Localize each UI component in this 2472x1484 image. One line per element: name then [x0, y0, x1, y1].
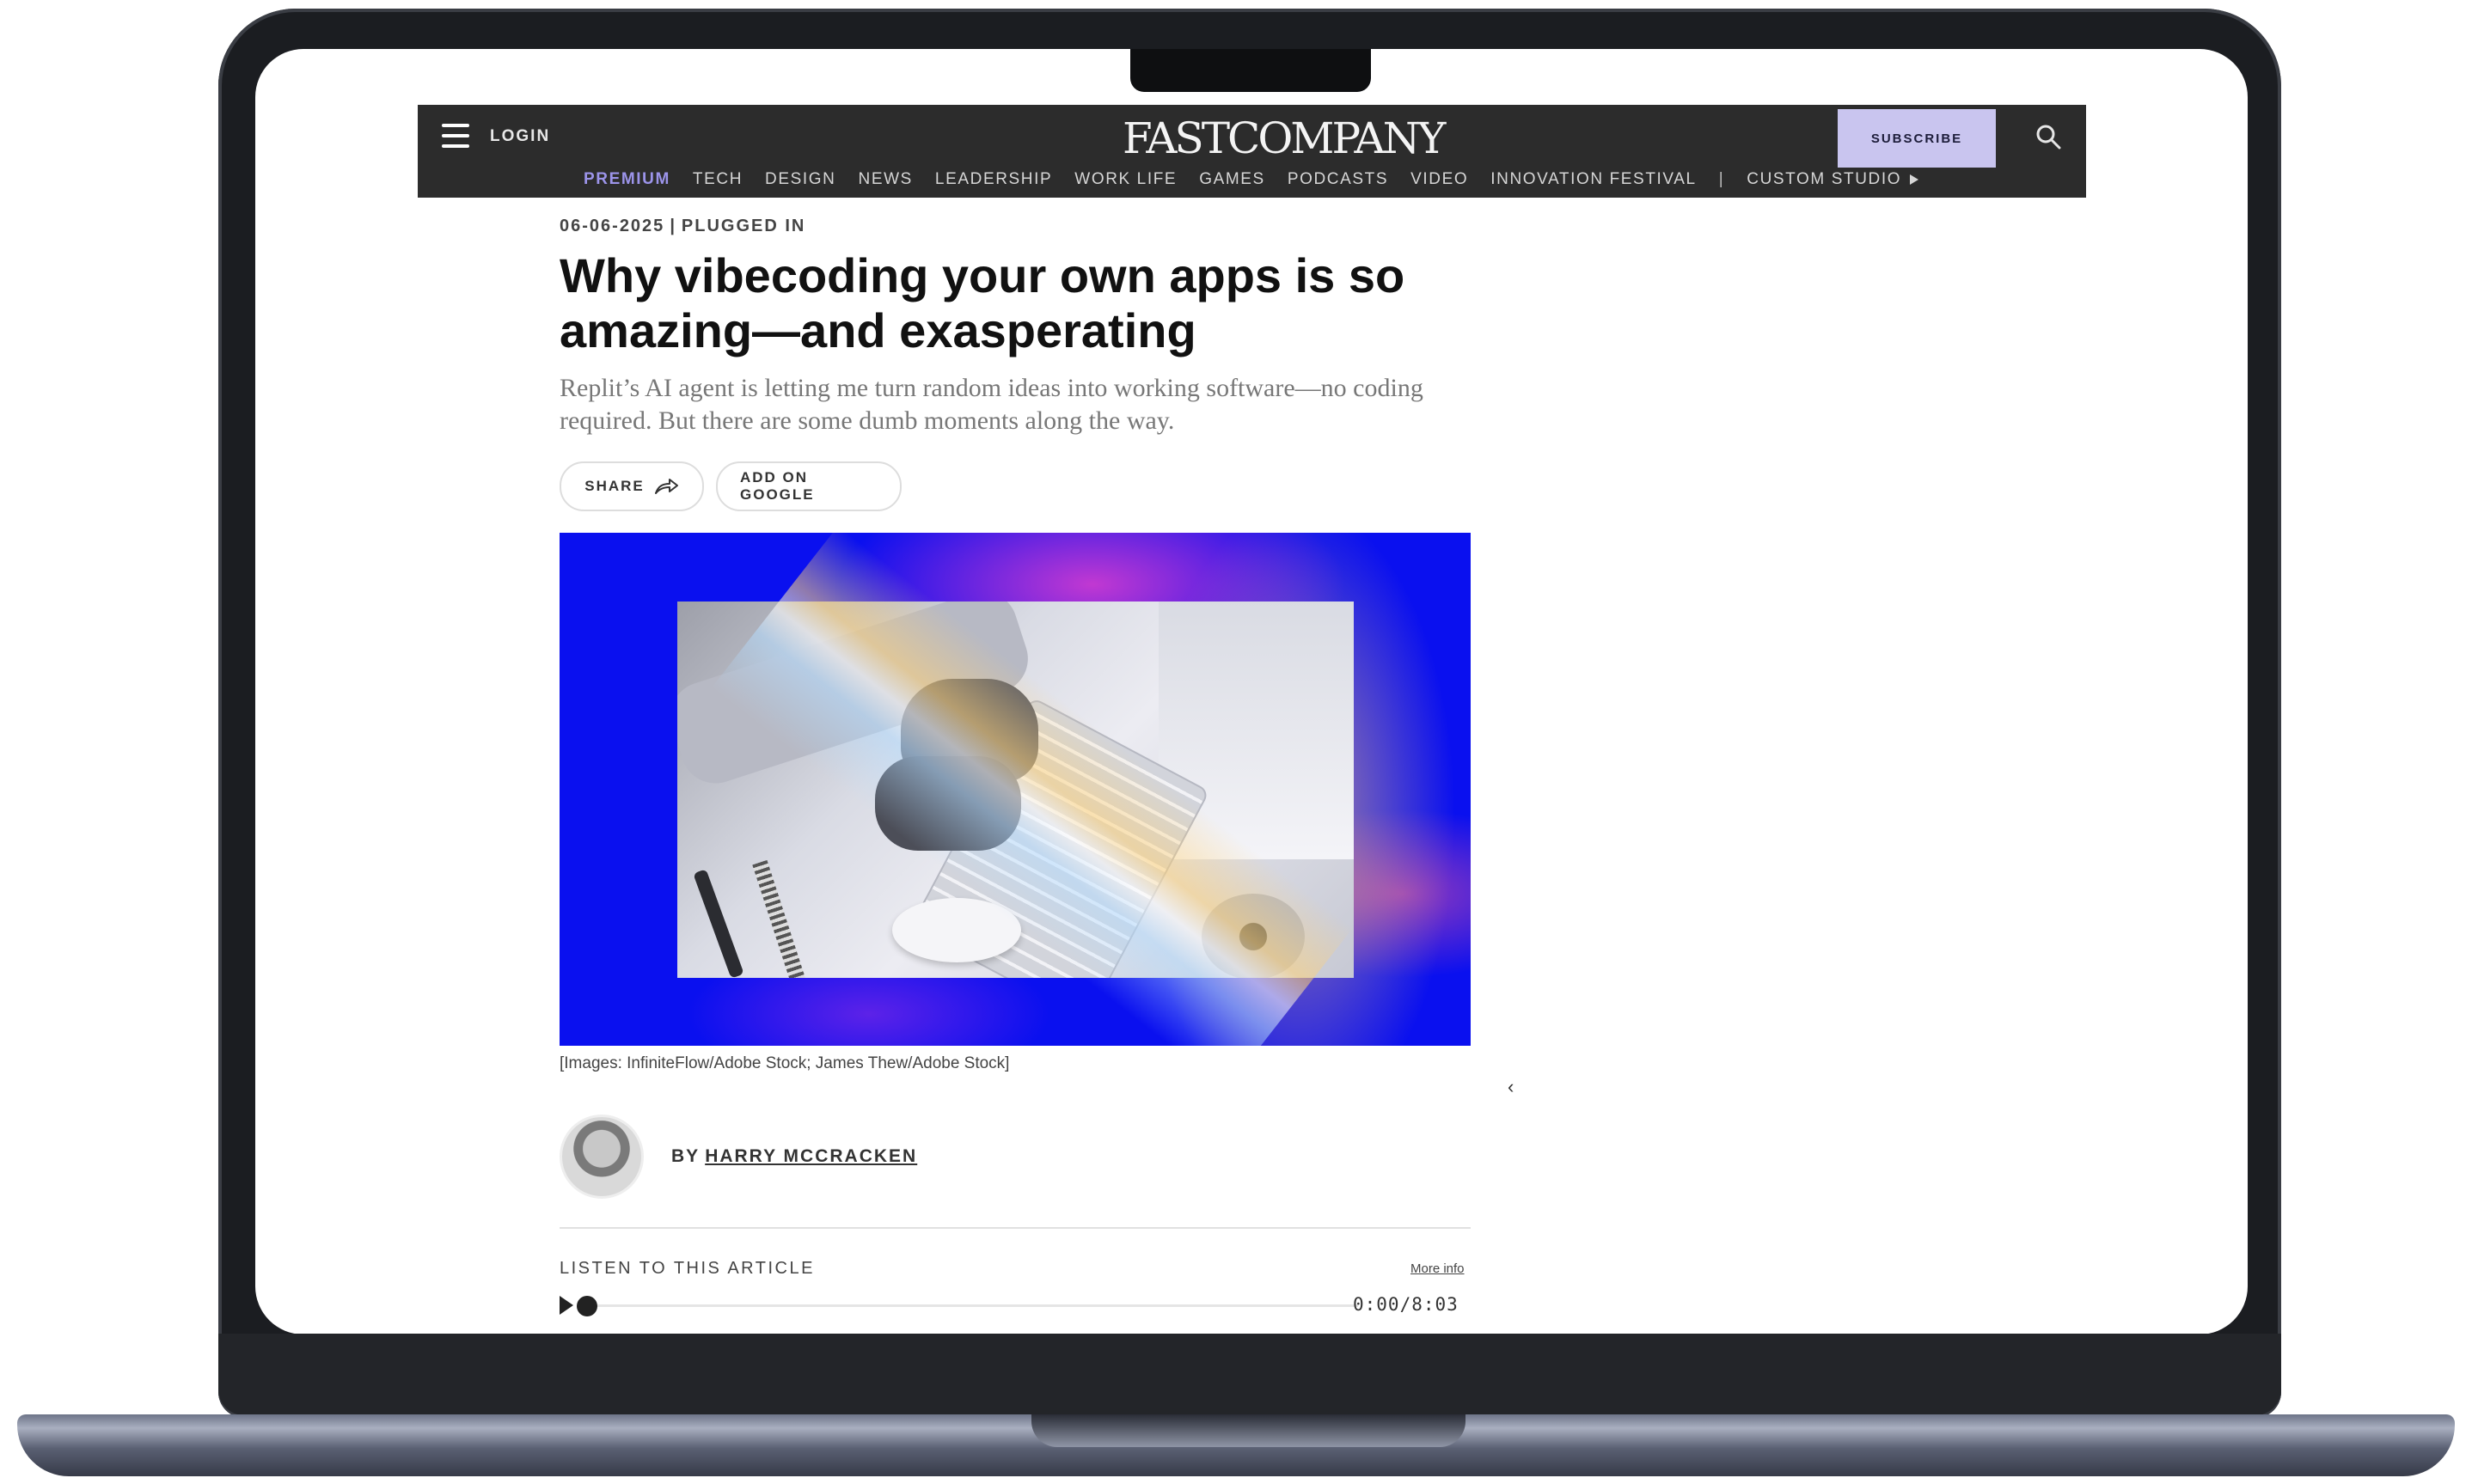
custom-studio-label: CUSTOM STUDIO [1747, 170, 1902, 188]
publish-date: 06-06-2025 [560, 217, 665, 235]
nav-item-design[interactable]: DESIGN [765, 170, 835, 189]
nav-item-work-life[interactable]: WORK LIFE [1074, 170, 1177, 189]
byline-prefix: BY [671, 1146, 701, 1166]
share-arrow-icon [654, 479, 678, 494]
nav-item-news[interactable]: NEWS [859, 170, 913, 189]
hero-image [560, 533, 1471, 1046]
byline-text: BY HARRY MCCRACKEN [671, 1146, 917, 1167]
subscribe-button[interactable]: SUBSCRIBE [1838, 109, 1996, 168]
image-caption: [Images: InfiniteFlow/Adobe Stock; James… [560, 1054, 1010, 1072]
audio-player: 0:00/8:03 [560, 1291, 1471, 1321]
search-icon[interactable] [2035, 124, 2061, 150]
audio-scrubber-handle[interactable] [577, 1296, 597, 1316]
dateline-separator: | [670, 217, 676, 235]
share-button[interactable]: SHARE [560, 461, 704, 511]
audio-progress-track[interactable] [580, 1304, 1358, 1307]
nav-item-premium[interactable]: PREMIUM [584, 170, 670, 189]
author-avatar[interactable] [560, 1115, 644, 1199]
camera-notch [1130, 49, 1371, 92]
hamburger-menu-icon[interactable] [442, 124, 469, 148]
section-nav: PREMIUM TECH DESIGN NEWS LEADERSHIP WORK… [584, 167, 1919, 192]
nav-item-games[interactable]: GAMES [1199, 170, 1265, 189]
article-headline: Why vibecoding your own apps is so amazi… [560, 248, 1405, 357]
nav-item-tech[interactable]: TECH [693, 170, 743, 189]
share-label: SHARE [584, 478, 645, 494]
laptop-hinge [218, 1334, 2281, 1415]
article-dek: Replit’s AI agent is letting me turn ran… [560, 374, 1423, 435]
site-logo[interactable]: FASTCOMPANY [1123, 113, 1446, 163]
laptop-base-groove [1031, 1414, 1465, 1447]
listen-label: LISTEN TO THIS ARTICLE [560, 1259, 815, 1278]
divider [560, 1227, 1471, 1229]
audio-time: 0:00/8:03 [1353, 1294, 1459, 1315]
author-link[interactable]: HARRY MCCRACKEN [705, 1146, 917, 1166]
web-page: LOGIN FASTCOMPANY SUBSCRIBE PREMIUM TECH… [418, 105, 2086, 1321]
play-arrow-icon [1910, 174, 1919, 185]
nav-item-video[interactable]: VIDEO [1410, 170, 1468, 189]
section-link[interactable]: PLUGGED IN [682, 217, 805, 235]
login-link[interactable]: LOGIN [490, 127, 550, 146]
dateline: 06-06-2025 | PLUGGED IN [560, 217, 1475, 236]
nav-item-leadership[interactable]: LEADERSHIP [935, 170, 1052, 189]
add-on-google-button[interactable]: ADD ON GOOGLE [716, 461, 902, 511]
article-actions: SHARE ADD ON GOOGLE [560, 461, 1475, 511]
nav-item-innovation-festival[interactable]: INNOVATION FESTIVAL [1490, 170, 1696, 189]
nav-item-podcasts[interactable]: PODCASTS [1288, 170, 1388, 189]
pen-shape [693, 869, 744, 978]
nav-separator: | [1718, 170, 1725, 188]
side-widget-edge: ‹ [1508, 1076, 1514, 1097]
notebook-spiral-shape [752, 859, 807, 978]
play-icon[interactable] [560, 1296, 573, 1315]
site-header: LOGIN FASTCOMPANY SUBSCRIBE PREMIUM TECH… [418, 105, 2086, 198]
more-info-link[interactable]: More info [1410, 1261, 1465, 1276]
nav-item-custom-studio[interactable]: CUSTOM STUDIO [1747, 170, 1919, 189]
byline: BY HARRY MCCRACKEN [560, 1115, 917, 1199]
article-header: 06-06-2025 | PLUGGED IN Why vibecoding you… [560, 217, 1475, 511]
